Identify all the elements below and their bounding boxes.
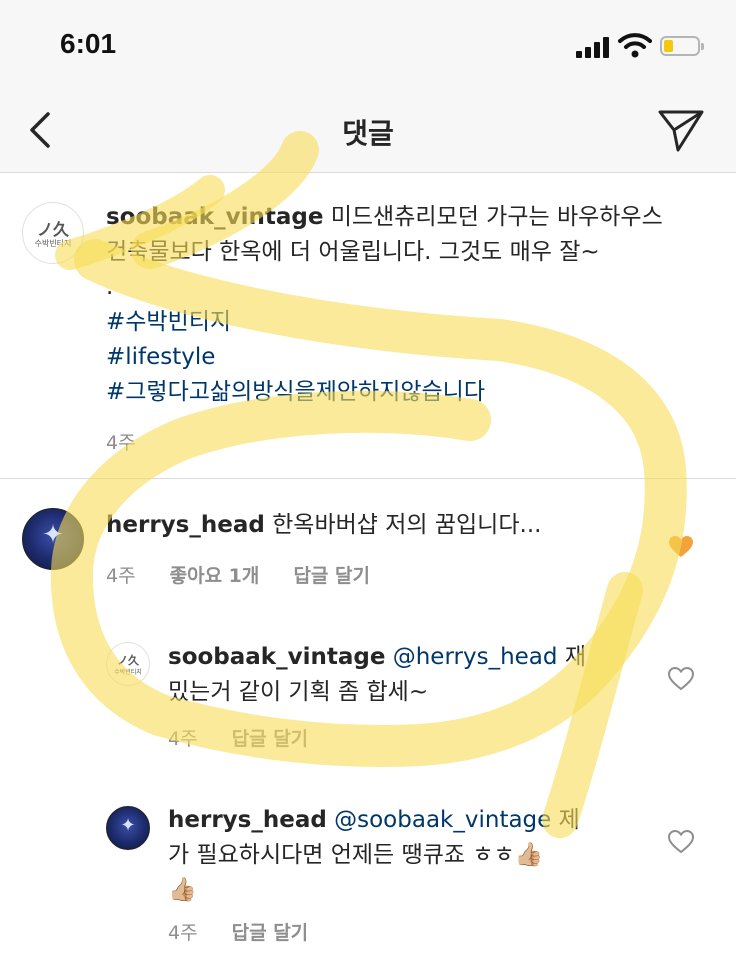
brand-logo-caption: 수박빈티지 [34, 238, 72, 248]
caption-dot: . [106, 274, 114, 300]
reply-avatar-herrys[interactable]: ✦ [106, 806, 150, 850]
status-bar: 6:01 [0, 0, 736, 92]
cellular-signal-icon [576, 36, 610, 58]
reply-2-meta: 4주 답글 달기 [168, 918, 336, 945]
brand-logo-caption-small: 수박빈티지 [114, 669, 142, 677]
star-logo-icon: ✦ [42, 519, 64, 550]
hashtag-soobaak[interactable]: #수박빈티지 [106, 305, 716, 340]
comment-username[interactable]: herrys_head [106, 512, 265, 538]
heart-outline-icon[interactable] [668, 667, 694, 691]
comment-reply-button[interactable]: 답글 달기 [293, 565, 370, 587]
reply-2-mention[interactable]: @soobaak_vintage [334, 807, 551, 833]
reply-2-time: 4주 [168, 922, 198, 944]
caption-text: soobaak_vintage 미드샌츄리모던 가구는 바우하우스 건축물보다 … [106, 200, 716, 410]
hashtag-lifestyle[interactable]: #lifestyle [106, 340, 716, 375]
star-logo-icon-small: ✦ [120, 814, 136, 836]
comment-body: 한옥바버샵 저의 꿈입니다... [272, 512, 542, 538]
wifi-icon [618, 33, 652, 58]
send-direct-icon[interactable] [656, 106, 706, 154]
brand-logo-mark-small: ノ久 [117, 654, 139, 668]
caption-avatar[interactable]: ノ久 수박빈티지 [22, 202, 84, 264]
page-title: 댓글 [342, 117, 394, 150]
reply-2-line-3: 👍🏼 [168, 877, 197, 903]
reply-time: 4주 [168, 728, 198, 750]
reply-2-text: herrys_head @soobaak_vintage 제 가 필요하시다면 … [168, 803, 628, 908]
divider [0, 478, 736, 479]
hashtag-long[interactable]: #그렇다고삶의방식을제안하지않습니다 [106, 375, 716, 410]
caption-meta: 4주 [106, 428, 164, 455]
heart-outline-icon-2[interactable] [668, 830, 694, 854]
reply-text: soobaak_vintage @herrys_head 재 밌는거 같이 기획… [168, 640, 618, 710]
reply-avatar-soobaak[interactable]: ノ久 수박빈티지 [106, 642, 150, 686]
caption-time: 4주 [106, 432, 136, 454]
caption-line-1: 미드샌츄리모던 가구는 바우하우스 [330, 204, 663, 230]
caption-line-2: 건축물보다 한옥에 더 어울립니다. 그것도 매우 잘~ [106, 239, 600, 265]
reply-2-username[interactable]: herrys_head [168, 807, 327, 833]
heart-filled-icon[interactable] [668, 535, 694, 559]
reply-username[interactable]: soobaak_vintage [168, 644, 385, 670]
comment-meta: 4주 좋아요 1개 답글 달기 [106, 561, 398, 588]
comment-text: herrys_head 한옥바버샵 저의 꿈입니다... [106, 508, 666, 543]
reply-2-reply-button[interactable]: 답글 달기 [232, 922, 309, 944]
status-time: 6:01 [60, 28, 117, 59]
reply-line-1-tail: 재 [564, 644, 586, 670]
comment-time: 4주 [106, 565, 136, 587]
reply-2-line-1-tail: 제 [558, 807, 580, 833]
caption-username[interactable]: soobaak_vintage [106, 204, 323, 230]
reply-meta: 4주 답글 달기 [168, 724, 336, 751]
reply-mention[interactable]: @herrys_head [393, 644, 558, 670]
reply-reply-button[interactable]: 답글 달기 [232, 728, 309, 750]
comment-avatar-herrys[interactable]: ✦ [22, 508, 84, 570]
reply-line-2: 밌는거 같이 기획 좀 합세~ [168, 679, 429, 705]
navigation-bar: 댓글 [0, 92, 736, 173]
brand-logo-mark: ノ久 [36, 220, 69, 240]
battery-icon [660, 36, 704, 56]
comment-likes[interactable]: 좋아요 1개 [170, 565, 260, 587]
reply-2-line-2: 가 필요하시다면 언제든 땡큐죠 ㅎㅎ👍🏼 [168, 842, 544, 868]
